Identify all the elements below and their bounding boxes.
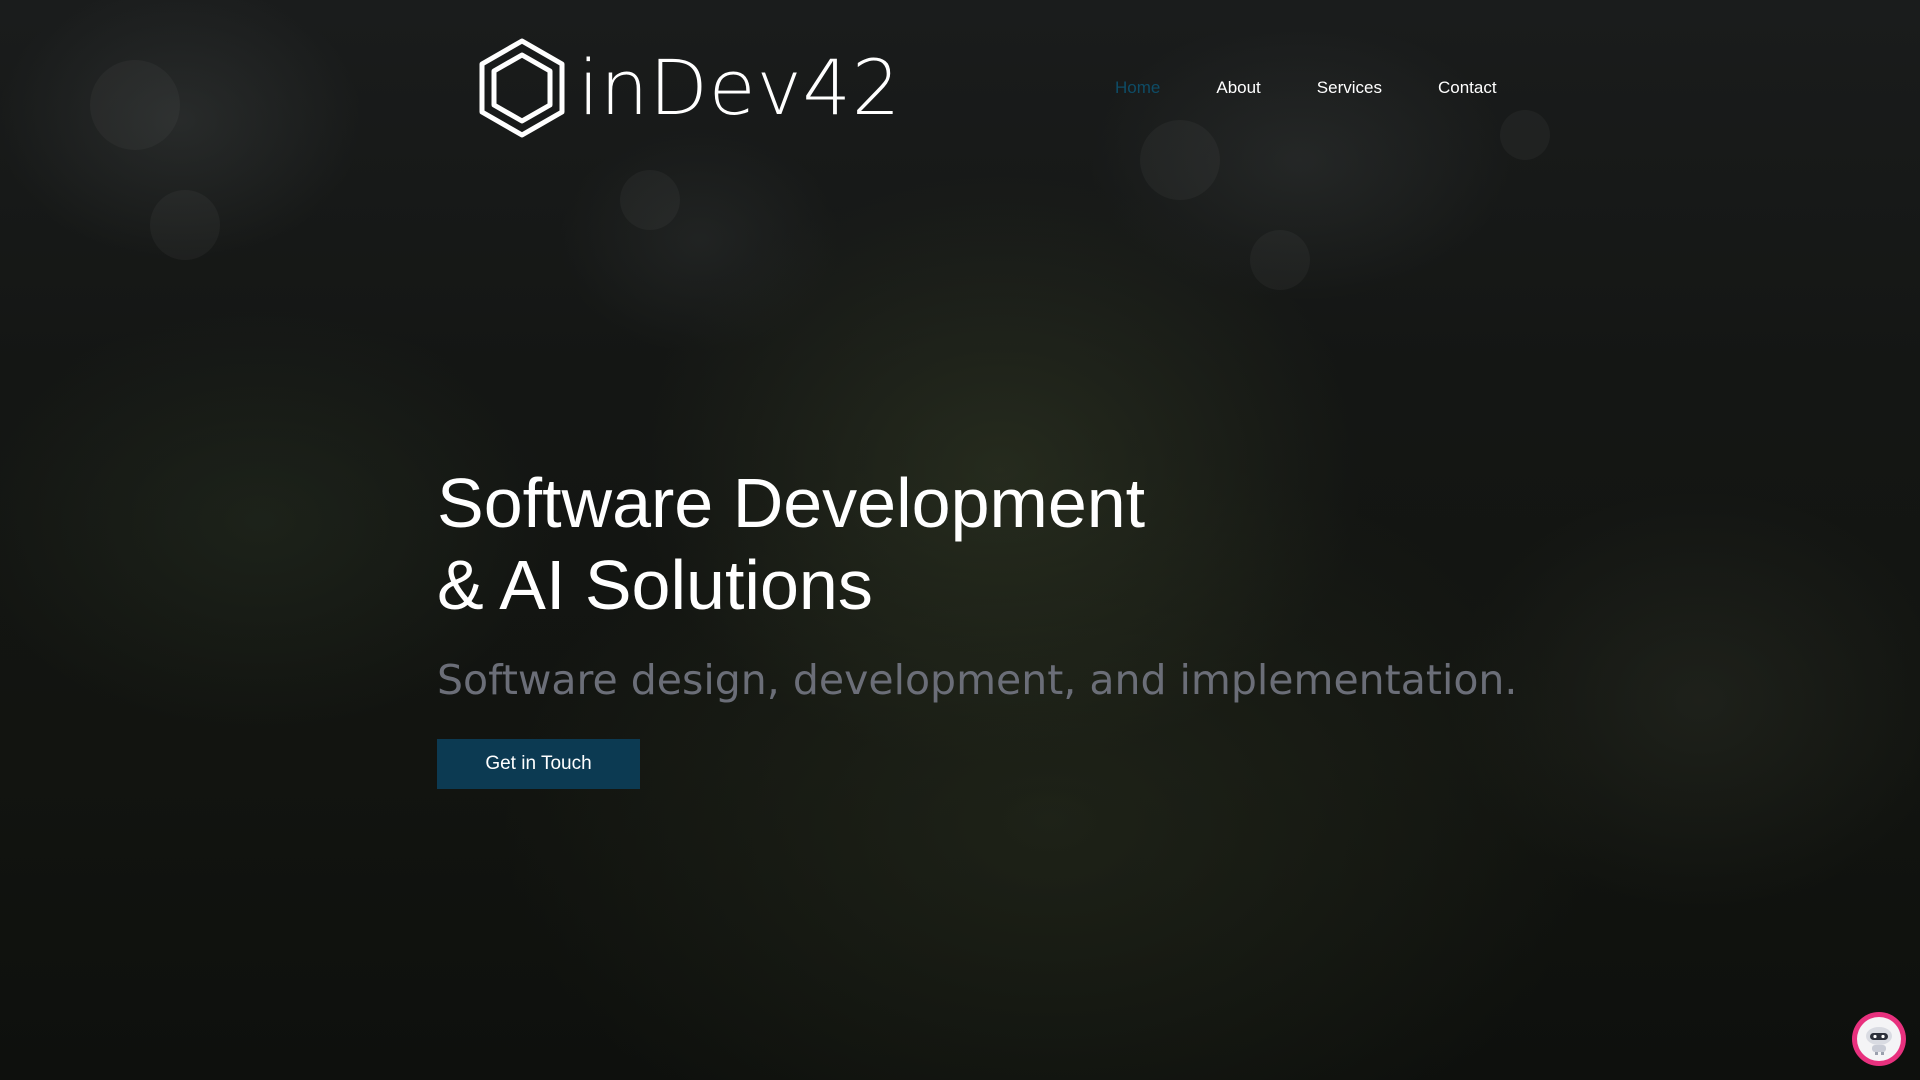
background-bokeh (1250, 230, 1310, 290)
site-header: inDev42 Home About Services Contact (0, 0, 1920, 180)
nav-item-services[interactable]: Services (1317, 78, 1382, 98)
get-in-touch-button[interactable]: Get in Touch (437, 739, 640, 789)
background-bokeh (150, 190, 220, 260)
main-nav: Home About Services Contact (1115, 78, 1553, 98)
hero-subtitle: Software design, development, and implem… (437, 656, 1518, 704)
chat-bot-icon (1857, 1017, 1901, 1061)
hexagon-icon (476, 37, 568, 139)
hero-headline-line1: Software Development (437, 464, 1146, 542)
chat-widget-button[interactable] (1852, 1012, 1906, 1066)
nav-item-contact[interactable]: Contact (1438, 78, 1497, 98)
nav-item-about[interactable]: About (1216, 78, 1260, 98)
hero-section: inDev42 Home About Services Contact Soft… (0, 0, 1920, 1080)
brand-name: inDev42 (578, 43, 902, 132)
hero-headline-line2: & AI Solutions (437, 546, 873, 624)
brand-logo[interactable]: inDev42 (476, 38, 901, 138)
nav-item-home[interactable]: Home (1115, 78, 1160, 98)
hero-headline: Software Development & AI Solutions (437, 462, 1145, 626)
